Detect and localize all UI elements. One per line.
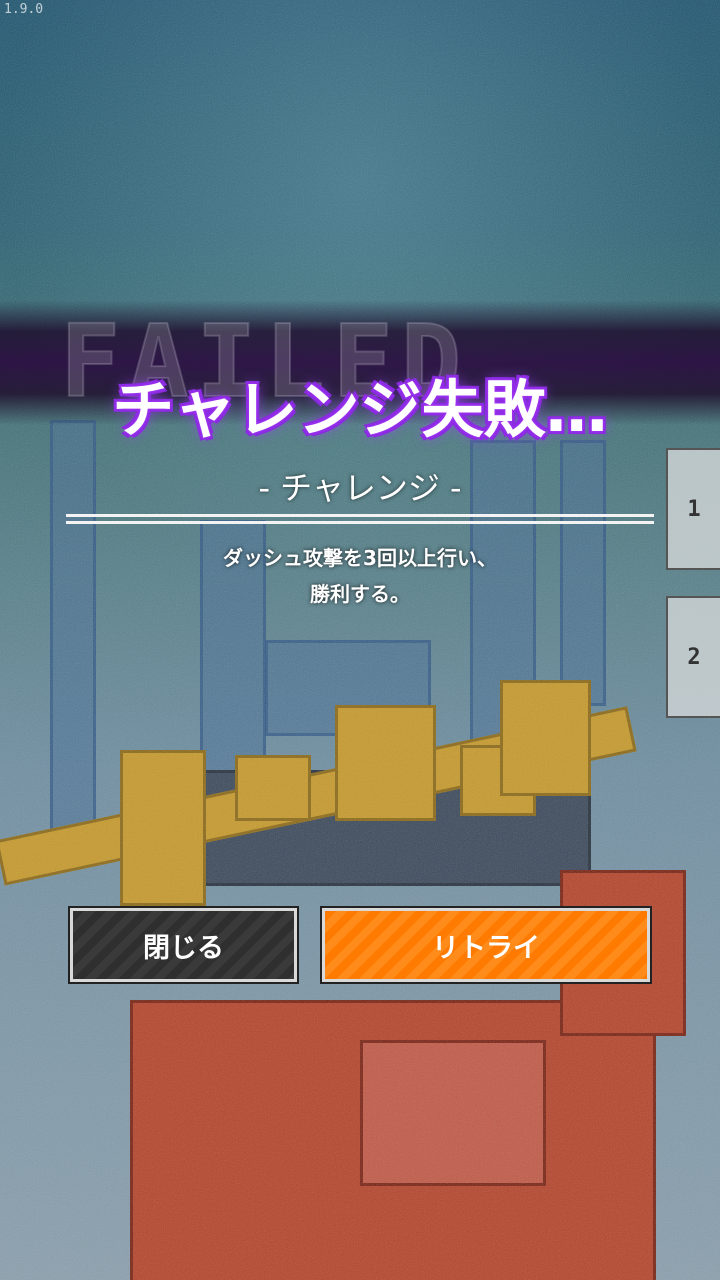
side-tab-2[interactable]: 2 <box>666 596 720 718</box>
description-line: ダッシュ攻撃を3回以上行い、 <box>223 546 497 570</box>
close-button[interactable]: 閉じる <box>70 908 297 982</box>
retry-button[interactable]: リトライ <box>322 908 650 982</box>
castle-turret <box>120 750 206 906</box>
red-castle-roof <box>360 1040 546 1186</box>
retry-button-label: リトライ <box>432 932 540 964</box>
challenge-heading: - チャレンジ - <box>258 469 462 507</box>
divider-line <box>66 514 654 517</box>
version-label: 1.9.0 <box>4 2 44 17</box>
challenge-failed-title: チャレンジ失敗… <box>112 373 608 446</box>
castle-turret <box>335 705 436 821</box>
divider-line <box>66 521 654 524</box>
game-screen: 1.9.0 1 2 FAILED チャレンジ失敗… - チャレンジ - ダッシュ… <box>0 0 720 1280</box>
description-line: 勝利する。 <box>310 582 410 606</box>
close-button-label: 閉じる <box>143 932 224 964</box>
castle-turret <box>235 755 311 821</box>
castle-turret <box>500 680 591 796</box>
challenge-description: ダッシュ攻撃を3回以上行い、 勝利する。 <box>0 540 720 612</box>
